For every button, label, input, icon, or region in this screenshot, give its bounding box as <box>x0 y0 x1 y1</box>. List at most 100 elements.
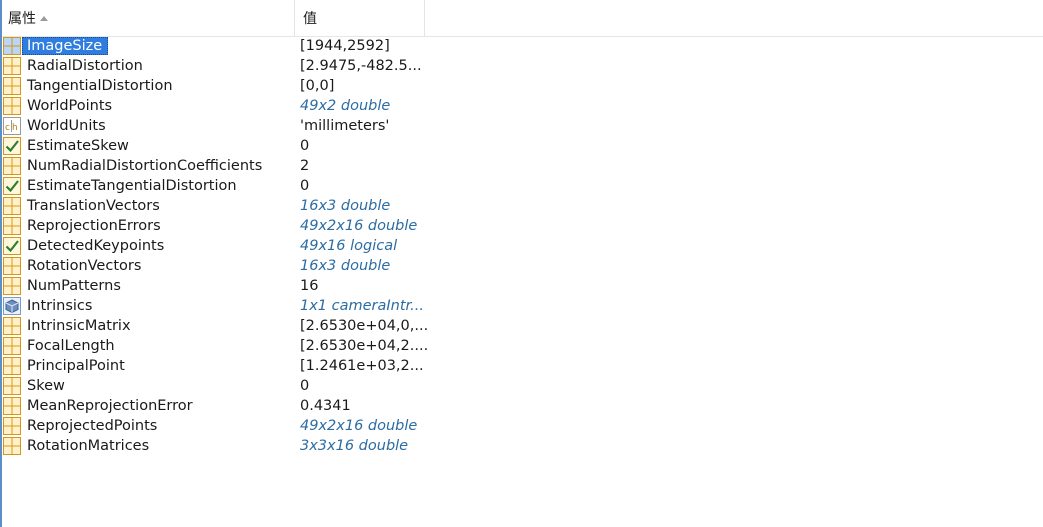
property-value[interactable]: 49x16 logical <box>295 236 397 256</box>
matrix-icon <box>2 196 22 216</box>
property-cell: EstimateTangentialDistortion <box>2 176 295 196</box>
matrix-icon <box>2 36 22 56</box>
property-name: RadialDistortion <box>27 58 143 74</box>
property-cell: WorldPoints <box>2 96 295 116</box>
object-cube-icon <box>2 296 22 316</box>
property-value: [1944,2592] <box>300 38 390 54</box>
table-row[interactable]: DetectedKeypoints 49x16 logical <box>2 236 1043 256</box>
property-value: 'millimeters' <box>300 118 390 134</box>
property-value[interactable]: 49x2 double <box>295 96 390 116</box>
property-cell: RotationMatrices <box>2 436 295 456</box>
property-cell: NumPatterns <box>2 276 295 296</box>
char-icon: ch <box>2 116 22 136</box>
table-row[interactable]: Intrinsics 1x1 cameraIntr... <box>2 296 1043 316</box>
table-row[interactable]: TranslationVectors 16x3 double <box>2 196 1043 216</box>
matrix-icon <box>2 436 22 456</box>
property-cell: TangentialDistortion <box>2 76 295 96</box>
table-row[interactable]: ReprojectionErrors 49x2x16 double <box>2 216 1043 236</box>
table-row[interactable]: RotationVectors 16x3 double <box>2 256 1043 276</box>
property-name: ReprojectedPoints <box>27 418 158 434</box>
column-header-property[interactable]: 属性 <box>2 0 295 36</box>
svg-text:c: c <box>5 123 10 133</box>
property-cell: RotationVectors <box>2 256 295 276</box>
matrix-icon <box>2 156 22 176</box>
matrix-icon <box>2 336 22 356</box>
property-name: PrincipalPoint <box>27 358 125 374</box>
property-cell: Skew <box>2 376 295 396</box>
property-name: Skew <box>27 378 65 394</box>
property-value[interactable]: 1x1 cameraIntr... <box>295 296 424 316</box>
matrix-icon <box>2 376 22 396</box>
property-value: [1.2461e+03,2... <box>300 358 424 374</box>
property-value: [2.6530e+04,0,... <box>300 318 429 334</box>
matrix-icon <box>2 256 22 276</box>
checkbox-check-icon <box>2 236 22 256</box>
column-header-value[interactable]: 值 <box>295 0 425 36</box>
table-row[interactable]: EstimateTangentialDistortion 0 <box>2 176 1043 196</box>
property-cell: TranslationVectors <box>2 196 295 216</box>
property-cell: ReprojectionErrors <box>2 216 295 236</box>
table-row[interactable]: ImageSize [1944,2592] <box>2 36 1043 56</box>
property-value: 2 <box>300 158 310 174</box>
property-name: EstimateSkew <box>27 138 129 154</box>
table-row[interactable]: RotationMatrices 3x3x16 double <box>2 436 1043 456</box>
table-row[interactable]: PrincipalPoint [1.2461e+03,2... <box>2 356 1043 376</box>
sort-ascending-icon <box>40 16 48 21</box>
table-row[interactable]: MeanReprojectionError 0.4341 <box>2 396 1043 416</box>
property-name: WorldPoints <box>27 98 113 114</box>
table-row[interactable]: IntrinsicMatrix [2.6530e+04,0,... <box>2 316 1043 336</box>
matrix-icon <box>2 396 22 416</box>
property-cell: IntrinsicMatrix <box>2 316 295 336</box>
table-header: 属性 值 <box>2 0 1043 37</box>
checkbox-check-icon <box>2 136 22 156</box>
property-value: 0 <box>300 378 310 394</box>
table-row[interactable]: FocalLength [2.6530e+04,2.... <box>2 336 1043 356</box>
property-cell: Intrinsics <box>2 296 295 316</box>
table-row[interactable]: c h WorldUnits 'millimeters' <box>2 116 1043 136</box>
matrix-icon <box>2 356 22 376</box>
property-cell: ReprojectedPoints <box>2 416 295 436</box>
table-row[interactable]: Skew 0 <box>2 376 1043 396</box>
property-name: DetectedKeypoints <box>27 238 165 254</box>
property-list: ImageSize [1944,2592] RadialDistortion [2.9… <box>2 36 1043 456</box>
property-value[interactable]: 16x3 double <box>295 256 390 276</box>
property-name: RotationVectors <box>27 258 142 274</box>
property-value[interactable]: 3x3x16 double <box>295 436 408 456</box>
property-name: ImageSize <box>22 37 109 55</box>
property-value[interactable]: 49x2x16 double <box>295 416 417 436</box>
property-value: 16 <box>300 278 319 294</box>
matrix-icon <box>2 76 22 96</box>
table-row[interactable]: RadialDistortion [2.9475,-482.5... <box>2 56 1043 76</box>
matrix-icon <box>2 56 22 76</box>
table-row[interactable]: ReprojectedPoints 49x2x16 double <box>2 416 1043 436</box>
property-value: [2.6530e+04,2.... <box>300 338 429 354</box>
property-name: FocalLength <box>27 338 115 354</box>
property-cell: PrincipalPoint <box>2 356 295 376</box>
property-value[interactable]: 49x2x16 double <box>295 216 417 236</box>
table-row[interactable]: WorldPoints 49x2 double <box>2 96 1043 116</box>
table-row[interactable]: NumPatterns 16 <box>2 276 1043 296</box>
table-row[interactable]: TangentialDistortion [0,0] <box>2 76 1043 96</box>
property-name: WorldUnits <box>27 118 106 134</box>
property-name: EstimateTangentialDistortion <box>27 178 237 194</box>
property-value[interactable]: 16x3 double <box>295 196 390 216</box>
property-value: 0.4341 <box>300 398 351 414</box>
matrix-icon <box>2 276 22 296</box>
column-header-value-label: 值 <box>303 11 317 27</box>
matrix-icon <box>2 96 22 116</box>
property-cell: FocalLength <box>2 336 295 356</box>
property-value: [2.9475,-482.5... <box>300 58 422 74</box>
matrix-icon <box>2 416 22 436</box>
property-value: [0,0] <box>300 78 335 94</box>
property-value: 0 <box>300 178 310 194</box>
property-name: Intrinsics <box>27 298 93 314</box>
property-name: RotationMatrices <box>27 438 150 454</box>
property-cell: RadialDistortion <box>2 56 295 76</box>
matrix-icon <box>2 216 22 236</box>
svg-text:h: h <box>12 123 18 133</box>
property-name: TranslationVectors <box>27 198 160 214</box>
property-name: NumRadialDistortionCoefficients <box>27 158 263 174</box>
table-row[interactable]: NumRadialDistortionCoefficients 2 <box>2 156 1043 176</box>
property-name: NumPatterns <box>27 278 121 294</box>
table-row[interactable]: EstimateSkew 0 <box>2 136 1043 156</box>
